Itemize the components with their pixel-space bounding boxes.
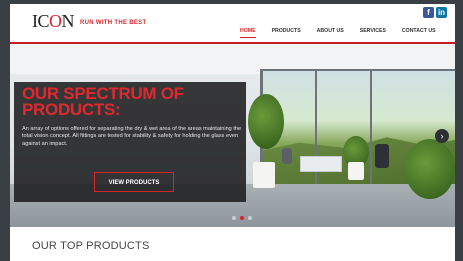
view-products-button[interactable]: VIEW PRODUCTS (94, 172, 174, 192)
social-links: f in (423, 7, 447, 18)
chair-decoration (282, 148, 292, 164)
slide-dot[interactable] (232, 216, 236, 220)
desk-decoration (300, 156, 342, 172)
slider-pagination (232, 216, 252, 220)
nav-item-contact-us[interactable]: CONTACT US (394, 28, 444, 34)
website-page: ICON RUN WITH THE BEST f in HOME PRODUCT… (10, 4, 455, 261)
plant-decoration (405, 139, 455, 199)
site-header: ICON RUN WITH THE BEST f in HOME PRODUCT… (10, 4, 455, 42)
slide-dot[interactable] (248, 216, 252, 220)
glass-frame (260, 69, 455, 71)
hero-title: OUR SPECTRUM OF PRODUCTS: (22, 84, 184, 119)
nav-item-about-us[interactable]: ABOUT US (309, 28, 352, 34)
nav-item-products[interactable]: PRODUCTS (264, 28, 309, 34)
section-title-top-products: OUR TOP PRODUCTS (32, 240, 150, 252)
glass-frame (370, 69, 372, 187)
next-slide-arrow-icon[interactable]: › (435, 129, 449, 143)
main-nav: HOME PRODUCTS ABOUT US SERVICES CONTACT … (232, 28, 444, 38)
tagline: RUN WITH THE BEST (80, 20, 147, 26)
plant-pot (253, 162, 275, 188)
site-logo[interactable]: ICON (32, 11, 74, 32)
hero-description: An array of options offered for separati… (22, 126, 242, 147)
logo-text-prefix: IC (32, 11, 50, 31)
facebook-icon[interactable]: f (423, 7, 434, 18)
slide-dot-active[interactable] (240, 216, 244, 220)
plant-pot (348, 162, 364, 180)
hero-caption-panel: OUR SPECTRUM OF PRODUCTS: An array of op… (14, 82, 246, 202)
linkedin-icon[interactable]: in (436, 7, 447, 18)
nav-item-services[interactable]: SERVICES (352, 28, 394, 34)
logo-text-suffix: N (61, 11, 75, 31)
chair-decoration (375, 144, 389, 168)
hero-slider: OUR SPECTRUM OF PRODUCTS: An array of op… (10, 44, 455, 227)
nav-item-home[interactable]: HOME (232, 28, 264, 38)
plant-decoration (248, 94, 284, 149)
logo-text-o: O (49, 11, 62, 31)
